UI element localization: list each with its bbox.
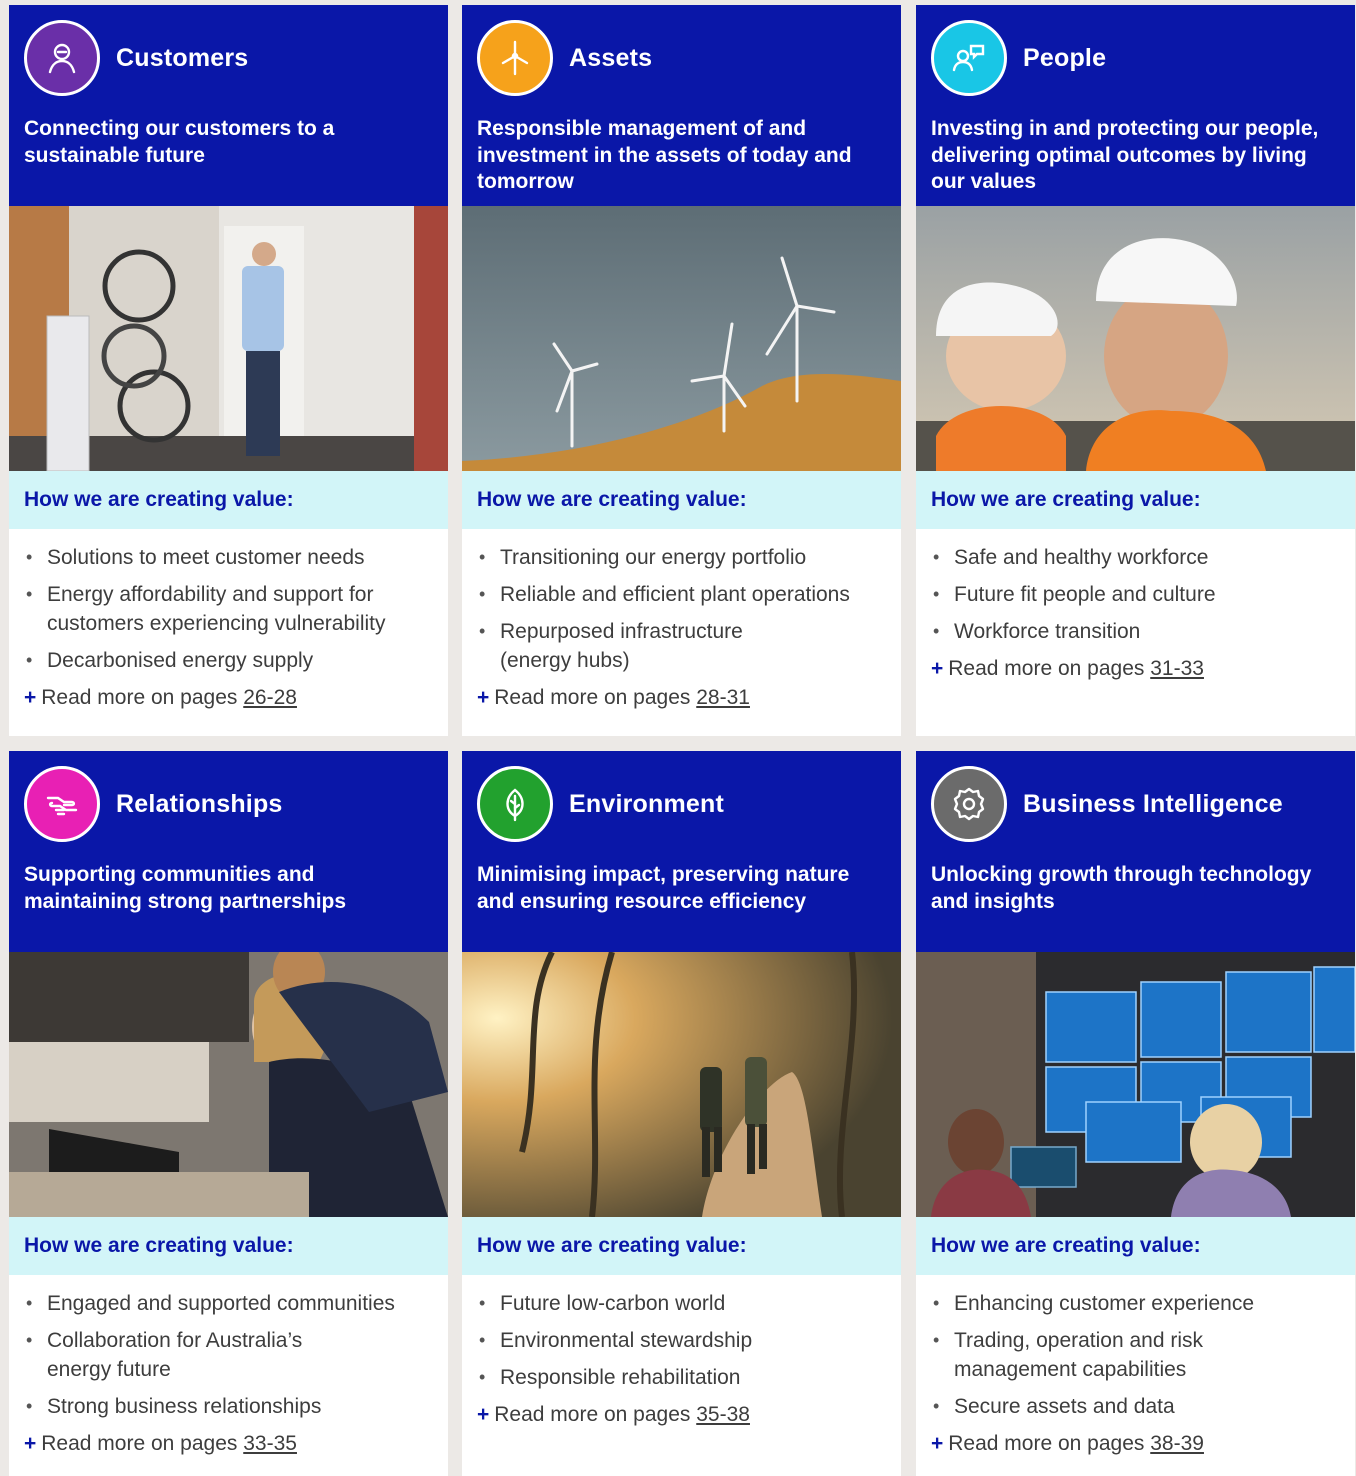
card-header: Assets Responsible management of and inv… [462, 5, 901, 206]
read-more: + Read more on pages 28-31 [477, 686, 750, 709]
card-subtitle: Connecting our customers to a sustainabl… [24, 117, 335, 167]
card-subtitle: Investing in and protecting our people, … [931, 117, 1319, 193]
list-item: • Secure assets and data [933, 1395, 1175, 1418]
list-item: • Trading, operation and risk management … [933, 1329, 1204, 1381]
card-subtitle: Minimising impact, preserving nature and… [477, 863, 850, 913]
card-title: Environment [569, 789, 724, 818]
plus-icon: + [477, 686, 490, 709]
list-item: • Collaboration for Australia’s energy fu… [26, 1329, 303, 1381]
card-people: People Investing in and protecting our p… [916, 5, 1355, 736]
list-item: • Engaged and supported communities [26, 1292, 395, 1315]
man-with-bikes-and-home-battery-photo [9, 206, 448, 471]
list-item: • Energy affordability and support for cu… [26, 583, 386, 635]
list-item: • Repurposed infrastructure (energy hubs) [479, 620, 743, 672]
colleagues-at-laptop-photo [9, 952, 448, 1217]
value-heading: How we are creating value: [9, 1217, 448, 1275]
list-item: • Strong business relationships [26, 1395, 322, 1418]
value-heading: How we are creating value: [916, 1217, 1355, 1275]
list-item: • Decarbonised energy supply [26, 649, 314, 672]
value-heading: How we are creating value: [916, 471, 1355, 529]
value-list: • Engaged and supported communities • Coll… [9, 1275, 448, 1421]
card-header: Business Intelligence Unlocking growth t… [916, 751, 1355, 952]
plus-icon: + [931, 657, 944, 680]
pages-link[interactable]: 26-28 [243, 686, 297, 709]
list-item: • Responsible rehabilitation [479, 1366, 741, 1389]
read-more: + Read more on pages 31-33 [931, 657, 1204, 680]
value-list: • Transitioning our energy portfolio • Rel… [462, 529, 901, 675]
wind-turbine-icon [477, 20, 553, 96]
pages-link[interactable]: 33-35 [243, 1432, 297, 1455]
list-item: • Transitioning our energy portfolio [479, 546, 807, 569]
plus-icon: + [24, 686, 37, 709]
list-item: • Future low-carbon world [479, 1292, 726, 1315]
card-title: Customers [116, 43, 249, 72]
value-heading: How we are creating value: [462, 471, 901, 529]
list-item: • Reliable and efficient plant operations [479, 583, 850, 606]
card-relationships: Relationships Supporting communities and… [9, 751, 448, 1476]
list-item: • Enhancing customer experience [933, 1292, 1255, 1315]
card-subtitle: Supporting communities and maintaining s… [24, 863, 347, 913]
pages-link[interactable]: 38-39 [1150, 1432, 1204, 1455]
plus-icon: + [477, 1403, 490, 1426]
read-more: + Read more on pages 35-38 [477, 1403, 750, 1426]
list-item: • Environmental stewardship [479, 1329, 753, 1352]
list-item: • Safe and healthy workforce [933, 546, 1209, 569]
value-heading: How we are creating value: [462, 1217, 901, 1275]
card-header: Environment Minimising impact, preservin… [462, 751, 901, 952]
people-walking-bush-track-photo [462, 952, 901, 1217]
value-list: • Solutions to meet customer needs • Energ… [9, 529, 448, 675]
card-header: People Investing in and protecting our p… [916, 5, 1355, 206]
card-subtitle: Responsible management of and investment… [477, 117, 852, 193]
plus-icon: + [24, 1432, 37, 1455]
value-list: • Enhancing customer experience • Trading,… [916, 1275, 1355, 1421]
card-subtitle: Unlocking growth through technology and … [931, 863, 1312, 913]
value-list: • Future low-carbon world • Environmental … [462, 1275, 901, 1392]
card-header: Customers Connecting our customers to a … [9, 5, 448, 206]
list-item: • Workforce transition [933, 620, 1141, 643]
card-title: Assets [569, 43, 653, 72]
pages-link[interactable]: 35-38 [696, 1403, 750, 1426]
control-room-screens-photo [916, 952, 1355, 1217]
value-list: • Safe and healthy workforce • Future fit … [916, 529, 1355, 646]
pages-link[interactable]: 28-31 [696, 686, 750, 709]
read-more: + Read more on pages 38-39 [931, 1432, 1204, 1455]
pages-link[interactable]: 31-33 [1150, 657, 1204, 680]
leaf-icon [477, 766, 553, 842]
card-environment: Environment Minimising impact, preservin… [462, 751, 901, 1476]
gear-icon [931, 766, 1007, 842]
list-item: • Solutions to meet customer needs [26, 546, 365, 569]
person-icon [24, 20, 100, 96]
card-customers: Customers Connecting our customers to a … [9, 5, 448, 736]
plus-icon: + [931, 1432, 944, 1455]
card-title: People [1023, 43, 1107, 72]
card-title: Business Intelligence [1023, 789, 1283, 818]
value-heading: How we are creating value: [9, 471, 448, 529]
read-more: + Read more on pages 33-35 [24, 1432, 297, 1455]
card-business-intelligence: Business Intelligence Unlocking growth t… [916, 751, 1355, 1476]
wind-turbines-on-hill-photo [462, 206, 901, 471]
list-item: • Future fit people and culture [933, 583, 1216, 606]
card-header: Relationships Supporting communities and… [9, 751, 448, 952]
card-title: Relationships [116, 789, 283, 818]
handshake-icon [24, 766, 100, 842]
workers-in-hard-hats-photo [916, 206, 1355, 471]
read-more: + Read more on pages 26-28 [24, 686, 297, 709]
card-assets: Assets Responsible management of and inv… [462, 5, 901, 736]
people-chat-icon [931, 20, 1007, 96]
